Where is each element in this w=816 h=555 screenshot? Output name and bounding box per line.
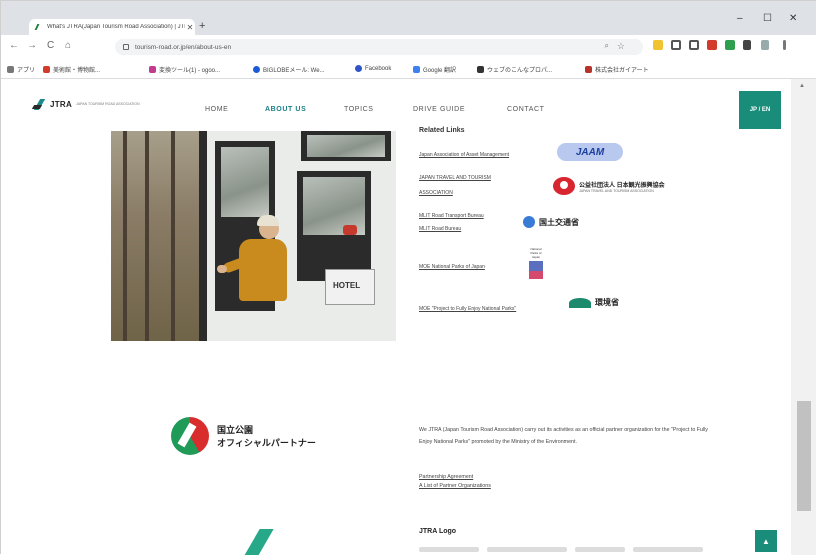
google-translate-icon bbox=[413, 66, 420, 73]
bookmark-item[interactable]: 変換ツール(1) - ogoo... bbox=[149, 65, 220, 74]
link-jtta-2[interactable]: ASSOCIATION bbox=[419, 187, 453, 199]
moe-logo[interactable]: 環境省 bbox=[569, 297, 619, 308]
national-park-icon bbox=[171, 417, 209, 455]
bookmark-icon bbox=[149, 66, 156, 73]
link-mlit-road[interactable]: MLIT Road Bureau bbox=[419, 223, 461, 235]
home-button[interactable]: ⌂ bbox=[65, 40, 71, 51]
extension-icon[interactable] bbox=[689, 40, 699, 50]
language-toggle-button[interactable]: JP / EN bbox=[739, 91, 781, 129]
reload-button[interactable]: C bbox=[47, 40, 54, 51]
bookmark-icon bbox=[43, 66, 50, 73]
mlit-icon bbox=[523, 216, 535, 228]
facebook-icon bbox=[355, 65, 362, 72]
url-text: tourism-road.or.jp/en/about-us-en bbox=[135, 43, 232, 51]
bookmarks-bar: アプリ 美術館・博物館... 変換ツール(1) - ogoo... BIGLOB… bbox=[1, 59, 816, 79]
bookmark-item[interactable]: 株式会社ガイアート bbox=[585, 65, 649, 74]
bookmark-icon bbox=[585, 66, 592, 73]
nav-about-us[interactable]: ABOUT US bbox=[265, 106, 306, 113]
maximize-button[interactable]: ☐ bbox=[763, 13, 772, 24]
extension-icon[interactable] bbox=[671, 40, 681, 50]
link-jaam[interactable]: Japan Association of Asset Management bbox=[419, 149, 509, 161]
lock-icon bbox=[123, 44, 129, 50]
close-tab-icon[interactable]: ✕ bbox=[185, 23, 195, 32]
related-links-title: Related Links bbox=[419, 127, 465, 134]
nav-contact[interactable]: CONTACT bbox=[507, 106, 545, 113]
hero-photo: HOTEL bbox=[111, 131, 396, 341]
bookmark-item[interactable]: Facebook bbox=[355, 65, 391, 72]
nav-topics[interactable]: TOPICS bbox=[344, 106, 374, 113]
bookmark-item[interactable]: 美術館・博物館... bbox=[43, 65, 100, 74]
jtta-icon bbox=[553, 177, 575, 195]
site-header: JTRA JAPAN TOURISM ROAD ASSOCIATION HOME… bbox=[1, 79, 791, 129]
nav-drive-guide[interactable]: DRIVE GUIDE bbox=[413, 106, 465, 113]
bookmark-icon bbox=[477, 66, 484, 73]
partner-description: We JTRA (Japan Tourism Road Association)… bbox=[419, 427, 708, 445]
apps-icon bbox=[7, 66, 14, 73]
jtra-logo-icon bbox=[33, 99, 47, 109]
scroll-up-icon[interactable]: ▲ bbox=[799, 83, 805, 89]
photo-sign-text: HOTEL bbox=[333, 281, 361, 290]
mlit-logo[interactable]: 国土交通省 bbox=[523, 216, 579, 228]
jtra-large-logo-icon bbox=[233, 529, 273, 555]
link-jtta[interactable]: JAPAN TRAVEL AND TOURISM bbox=[419, 172, 491, 184]
bookmark-icon bbox=[253, 66, 260, 73]
minimize-button[interactable]: – bbox=[737, 13, 743, 24]
bookmark-star-icon[interactable]: ☆ bbox=[617, 41, 625, 52]
bookmark-item[interactable]: BIGLOBEメール: We... bbox=[253, 65, 325, 74]
extension-icon[interactable] bbox=[707, 40, 717, 50]
puzzle-icon[interactable] bbox=[743, 40, 751, 50]
title-bar: What's JTRA(Japan Tourism Road Associati… bbox=[1, 1, 816, 35]
scrollbar-thumb[interactable] bbox=[797, 401, 811, 511]
jaam-logo[interactable]: JAAM bbox=[557, 143, 623, 161]
browser-window: What's JTRA(Japan Tourism Road Associati… bbox=[0, 0, 816, 555]
nav-home[interactable]: HOME bbox=[205, 106, 228, 113]
logo-subtitle: JAPAN TOURISM ROAD ASSOCIATION bbox=[76, 102, 140, 106]
profile-icon[interactable] bbox=[761, 40, 769, 50]
new-tab-button[interactable]: + bbox=[199, 20, 205, 32]
link-partner-organizations[interactable]: A List of Partner Organizations bbox=[419, 483, 491, 489]
site-logo[interactable]: JTRA JAPAN TOURISM ROAD ASSOCIATION bbox=[33, 99, 140, 109]
jtta-logo[interactable]: 公益社団法人 日本観光振興協会 JAPAN TRAVEL AND TOURISM… bbox=[553, 177, 709, 195]
browser-tab[interactable]: What's JTRA(Japan Tourism Road Associati… bbox=[29, 19, 195, 35]
bookmark-item[interactable]: ウェブのこんなプロパ... bbox=[477, 65, 552, 74]
logo-text: JTRA bbox=[50, 99, 73, 109]
bookmark-item[interactable]: アプリ bbox=[7, 65, 35, 74]
menu-icon[interactable] bbox=[783, 40, 786, 50]
extension-icon[interactable] bbox=[725, 40, 735, 50]
national-park-partner-logo: 国立公園 オフィシャルパートナー bbox=[171, 417, 316, 455]
bookmark-item[interactable]: Google 翻訳 bbox=[413, 65, 456, 74]
link-moe-national-parks[interactable]: MOE National Parks of Japan bbox=[419, 261, 485, 273]
back-button[interactable]: ← bbox=[9, 40, 19, 51]
address-bar[interactable]: tourism-road.or.jp/en/about-us-en ⌕ ☆ bbox=[115, 39, 643, 55]
jtra-logo-title: JTRA Logo bbox=[419, 528, 457, 535]
close-window-button[interactable]: ✕ bbox=[789, 13, 797, 24]
zoom-icon[interactable]: ⌕ bbox=[605, 41, 609, 51]
moe-icon bbox=[569, 297, 591, 308]
link-mlit-road-transport[interactable]: MLIT Road Transport Bureau bbox=[419, 210, 484, 222]
page-content: JTRA JAPAN TOURISM ROAD ASSOCIATION HOME… bbox=[1, 79, 791, 555]
extension-icon[interactable] bbox=[653, 40, 663, 50]
national-parks-logo[interactable]: National Parks of Japan bbox=[527, 247, 545, 283]
link-moe-project[interactable]: MOE "Project to Fully Enjoy National Par… bbox=[419, 303, 516, 315]
link-partnership-agreement[interactable]: Partnership Agreement bbox=[419, 474, 473, 480]
site-favicon-icon bbox=[35, 23, 43, 31]
back-to-top-button[interactable]: ▲ bbox=[755, 530, 777, 552]
forward-button[interactable]: → bbox=[27, 40, 37, 51]
tab-title: What's JTRA(Japan Tourism Road Associati… bbox=[47, 24, 185, 30]
